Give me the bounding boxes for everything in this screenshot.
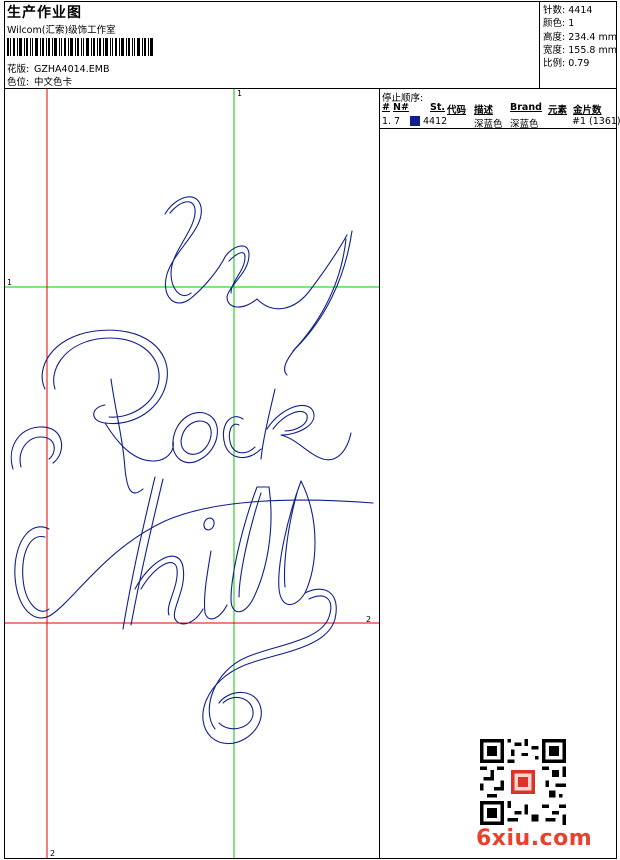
stroke-t-inner — [292, 238, 347, 352]
production-sheet: 生产作业图 Wilcom(汇索)级饰工作室 花版: GZHA4014.EMB 色… — [0, 0, 620, 860]
stroke-h-stem-inner — [130, 478, 164, 626]
embroidery-outline — [10, 196, 374, 744]
stroke-o-inner — [180, 420, 212, 455]
stroke-h-arch-inner — [140, 562, 178, 616]
design-file-line: 花版: GZHA4014.EMB — [7, 61, 109, 75]
col-header-elements: 元素 — [548, 105, 568, 116]
guide-red-right-label: 2 — [366, 615, 371, 624]
page-title: 生产作业图 — [7, 5, 82, 21]
stroke-l2-inner — [283, 492, 298, 588]
color-position-value: 中文色卡 — [34, 77, 73, 88]
stroke-l1 — [230, 486, 272, 613]
stroke-e — [224, 245, 258, 308]
qr-code — [480, 739, 566, 825]
col-header-stitch: St. — [430, 102, 445, 113]
stat-width: 宽度: 155.8 mm — [543, 44, 617, 56]
row-brand: 深蓝色 — [510, 119, 539, 130]
stroke-l1-inner — [238, 492, 262, 598]
col-header-index: # — [382, 102, 390, 113]
stroke-r-stem — [110, 378, 144, 494]
outer-border-top — [4, 1, 617, 2]
row-code: 4412 — [423, 116, 448, 127]
col-header-brand: Brand — [510, 102, 542, 113]
stat-stitches: 针数: 4414 — [543, 5, 593, 16]
embroidery-design-canvas: 1 1 2 2 — [5, 89, 379, 858]
color-position-label: 色位: — [7, 77, 30, 88]
design-stats: 针数: 4414 颜色: 1 高度: 234.4 mm 宽度: 155.8 mm… — [543, 4, 617, 70]
thread-color-swatch — [410, 116, 420, 126]
stat-scale: 比例: 0.79 — [543, 58, 590, 70]
row-needle: 7 — [394, 116, 401, 127]
studio-name: Wilcom(汇索)级饰工作室 — [7, 25, 116, 36]
stroke-t — [284, 230, 353, 376]
outer-border-bottom — [4, 858, 617, 859]
stroke-i — [203, 550, 228, 620]
stroke-r-outer-swirl-inner — [19, 436, 55, 468]
guide-green-top-label: 1 — [237, 89, 242, 98]
stroke-k-arm — [266, 404, 352, 461]
stroke-t-tail — [256, 234, 348, 310]
stroke-c-big — [14, 499, 374, 619]
stroke-tail-loop-inner — [218, 696, 254, 730]
stroke-l-swirl-inner — [169, 201, 196, 297]
panel-divider — [379, 88, 380, 859]
design-file-label: 花版: — [7, 64, 30, 75]
stroke-r-leg — [104, 422, 174, 462]
barcode — [7, 38, 153, 56]
stroke-r-loop — [41, 329, 168, 425]
col-header-needle: N# — [393, 102, 409, 113]
stats-divider — [539, 1, 540, 89]
stroke-h-stem — [122, 476, 156, 630]
stroke-k-arm-inner — [272, 411, 308, 432]
guide-red-bottom-label: 2 — [50, 849, 55, 858]
row-elements: #1 (1361) — [572, 116, 620, 127]
stroke-l2 — [278, 480, 316, 606]
stat-height: 高度: 234.4 mm — [543, 31, 617, 43]
stroke-tail-swirl-inner — [208, 595, 332, 730]
stroke-i-dot — [203, 517, 215, 531]
row-description: 深蓝色 — [474, 119, 503, 130]
col-header-description: 描述 — [474, 105, 494, 116]
outer-border-right — [616, 1, 617, 859]
color-position-line: 色位: 中文色卡 — [7, 74, 72, 88]
guide-green-left-label: 1 — [7, 278, 12, 287]
stroke-r-loop-inner — [53, 337, 160, 418]
watermark-site: 6xiu.com — [476, 826, 593, 851]
col-header-sequins: 金片数 — [573, 105, 602, 116]
row-index: 1. — [382, 116, 392, 127]
stroke-c-big-inner — [22, 536, 50, 612]
stroke-k-stem — [260, 388, 276, 460]
col-header-code: 代码 — [447, 105, 467, 116]
stat-colors: 颜色: 1 — [543, 18, 575, 30]
stroke-c-inner — [228, 423, 256, 454]
